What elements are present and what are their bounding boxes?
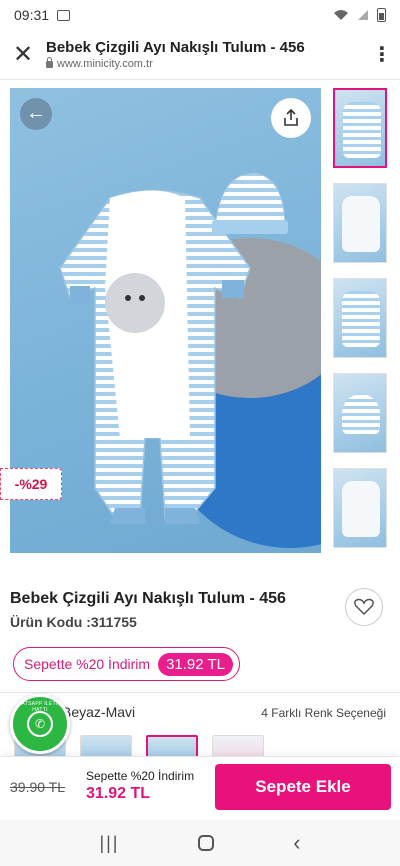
old-price: 39.90 TL xyxy=(10,779,66,795)
product-code: Ürün Kodu :311755 xyxy=(10,614,137,630)
promo-text: Sepette %20 İndirim xyxy=(24,656,151,672)
thumbnail-image xyxy=(342,291,380,347)
page-title-block: Bebek Çizgili Ayı Nakışlı Tulum - 456 ww… xyxy=(46,39,364,70)
overflow-menu-icon[interactable]: ⋮ xyxy=(364,42,400,67)
favorite-button[interactable] xyxy=(345,588,383,626)
back-icon[interactable]: ‹ xyxy=(293,830,300,856)
thumbnail-item[interactable] xyxy=(333,88,387,168)
hat-image xyxy=(212,172,288,234)
whatsapp-icon: ✆ xyxy=(27,711,53,737)
thumbnail-item[interactable] xyxy=(333,373,387,453)
close-icon[interactable]: ✕ xyxy=(0,40,46,69)
status-icons xyxy=(333,8,386,22)
gallery-notification-icon xyxy=(57,9,71,21)
selected-color-label: Beyaz-Mavi xyxy=(62,704,136,720)
wifi-icon xyxy=(334,10,348,20)
recent-apps-icon[interactable]: ||| xyxy=(99,833,119,854)
whatsapp-label: WHATSAPP İLETİŞİM HATTI xyxy=(12,701,68,713)
whatsapp-button[interactable]: WHATSAPP İLETİŞİM HATTI ✆ xyxy=(10,694,70,754)
add-to-cart-button[interactable]: Sepete Ekle xyxy=(215,764,391,810)
promo-pill: Sepette %20 İndirim 31.92 TL xyxy=(13,647,241,681)
bottom-purchase-bar: 39.90 TL Sepette %20 İndirim 31.92 TL Se… xyxy=(0,756,400,820)
page-url: www.minicity.com.tr xyxy=(46,56,364,70)
color-count-label: 4 Farklı Renk Seçeneği xyxy=(261,706,386,720)
thumbnail-list xyxy=(333,88,387,563)
heart-icon xyxy=(354,598,374,616)
battery-icon xyxy=(377,8,386,22)
status-bar: 09:31 xyxy=(0,0,400,30)
signal-icon xyxy=(358,10,368,20)
status-time: 09:31 xyxy=(14,7,50,23)
browser-app-bar: ✕ Bebek Çizgili Ayı Nakışlı Tulum - 456 … xyxy=(0,30,400,80)
thumbnail-image xyxy=(342,196,380,252)
discount-badge: -%29 xyxy=(0,468,62,500)
thumbnail-image xyxy=(342,394,380,434)
thumbnail-image xyxy=(342,481,380,537)
page-title: Bebek Çizgili Ayı Nakışlı Tulum - 456 xyxy=(46,39,305,56)
lock-icon xyxy=(46,56,53,68)
share-icon xyxy=(284,109,298,126)
thumbnail-item[interactable] xyxy=(333,183,387,263)
url-text: www.minicity.com.tr xyxy=(57,58,153,70)
promo-price: 31.92 TL xyxy=(158,652,234,676)
home-icon[interactable] xyxy=(198,835,215,851)
product-onesie-image xyxy=(59,189,251,524)
bottom-promo-text: Sepette %20 İndirim xyxy=(86,769,195,783)
bottom-price: 31.92 TL xyxy=(86,785,151,802)
share-button[interactable] xyxy=(271,98,311,138)
carousel-back-button[interactable]: ← xyxy=(20,98,52,130)
thumbnail-image xyxy=(343,102,381,158)
section-divider xyxy=(0,692,400,693)
thumbnail-item[interactable] xyxy=(333,468,387,548)
system-nav-bar: ||| ‹ xyxy=(0,820,400,866)
thumbnail-item[interactable] xyxy=(333,278,387,358)
product-title: Bebek Çizgili Ayı Nakışlı Tulum - 456 xyxy=(10,590,286,607)
